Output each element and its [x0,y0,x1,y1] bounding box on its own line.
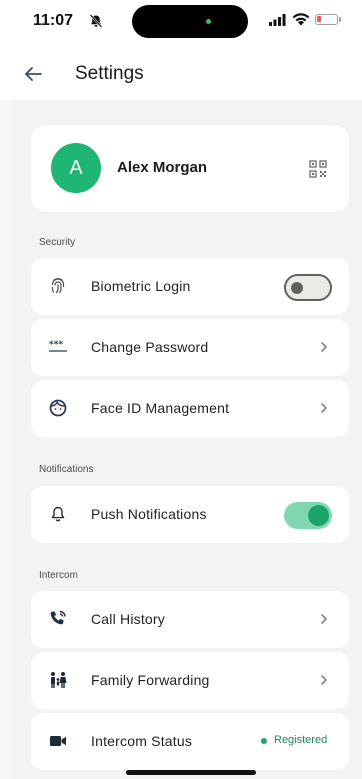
row-biometric-login[interactable]: Biometric Login [31,258,349,315]
status-indicator-dot [261,738,267,744]
row-label: Intercom Status [91,733,193,749]
status-bar: 11:07 [0,0,362,44]
row-label: Face ID Management [91,400,230,416]
section-title-security: Security [39,237,76,248]
video-camera-icon [50,736,66,746]
row-label: Change Password [91,339,209,355]
battery-level [317,16,321,22]
password-icon: *** [49,340,67,352]
row-push-notifications[interactable]: Push Notifications [31,486,349,543]
page-title: Settings [75,63,144,84]
status-time: 11:07 [33,12,74,29]
row-call-history[interactable]: Call History [31,591,349,648]
battery-cap [339,17,341,22]
profile-name: Alex Morgan [117,159,208,176]
row-intercom-status[interactable]: Intercom Status Registered [31,713,349,770]
row-label: Biometric Login [91,278,191,294]
app-bar: Settings [0,44,362,100]
svg-text:***: *** [49,340,63,350]
settings-content[interactable]: A Alex Morgan Security Biometric Login *… [9,100,362,779]
toggle-knob [308,505,329,526]
push-notifications-toggle[interactable] [284,502,332,529]
chevron-right-icon [321,342,327,352]
bell-icon [51,506,65,522]
signal-icon [269,14,286,26]
chevron-right-icon [321,403,327,413]
profile-card[interactable]: A Alex Morgan [31,125,349,212]
family-icon [51,672,67,688]
row-label: Push Notifications [91,506,207,522]
row-label: Call History [91,611,165,627]
status-badge: Registered [274,734,328,746]
toggle-knob [291,282,303,294]
section-title-notifications: Notifications [39,464,94,475]
bell-off-icon [89,14,103,28]
qr-code-icon[interactable] [309,160,327,178]
section-title-intercom: Intercom [39,570,78,581]
phone-history-icon [50,610,66,625]
row-family-forwarding[interactable]: Family Forwarding [31,652,349,709]
face-icon [49,399,67,417]
wifi-icon [292,13,310,26]
biometric-login-toggle[interactable] [284,274,332,301]
avatar: A [51,143,101,193]
row-change-password[interactable]: *** Change Password [31,319,349,376]
row-face-id-management[interactable]: Face ID Management [31,380,349,437]
fingerprint-icon [51,278,65,294]
dynamic-island [132,5,248,38]
privacy-dot [206,19,211,24]
row-label: Family Forwarding [91,672,210,688]
home-indicator[interactable] [126,770,256,775]
battery-low-icon [315,14,338,25]
chevron-right-icon [321,614,327,624]
chevron-right-icon [321,675,327,685]
arrow-left-icon[interactable] [22,63,44,85]
